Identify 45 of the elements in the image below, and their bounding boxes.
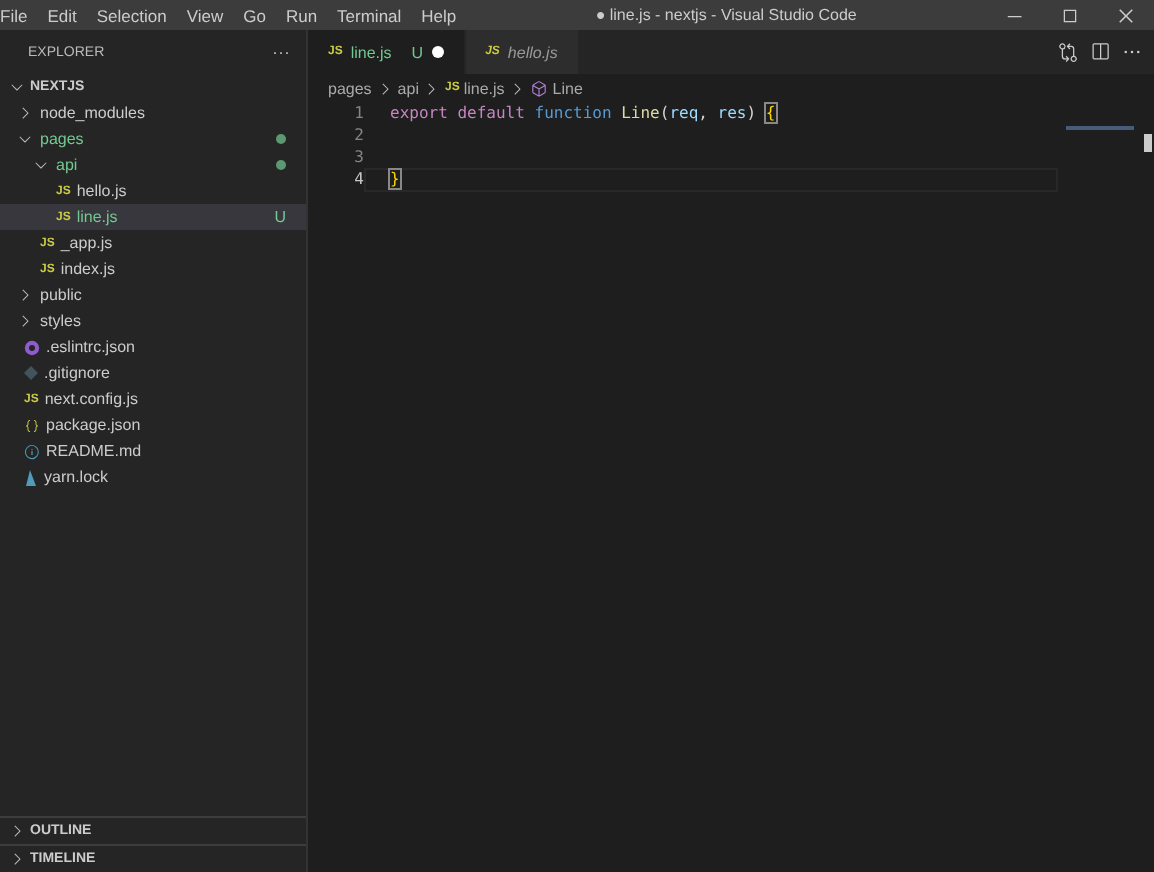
scrollbar-thumb[interactable] bbox=[1144, 134, 1152, 152]
cube-icon bbox=[530, 79, 549, 97]
compare-icon[interactable] bbox=[1058, 42, 1078, 62]
window-title: ● line.js - nextjs - Visual Studio Code bbox=[595, 6, 857, 24]
tree-item[interactable]: .eslintrc.json bbox=[0, 334, 306, 360]
tree-item[interactable]: api bbox=[0, 152, 306, 178]
braces-icon bbox=[24, 417, 40, 433]
code-line: export default function Line(req, res) { bbox=[390, 104, 776, 122]
menu-item[interactable]: Edit bbox=[37, 5, 87, 25]
menu-item[interactable]: Terminal bbox=[327, 5, 412, 25]
info-icon bbox=[24, 443, 40, 459]
menu-item[interactable]: View bbox=[176, 5, 234, 25]
menu-item[interactable]: Selection bbox=[86, 5, 177, 25]
tab-label: hello.js bbox=[507, 43, 558, 61]
tree-item[interactable]: node_modules bbox=[0, 100, 306, 126]
git-status-label: U bbox=[274, 208, 286, 226]
code-line: } bbox=[390, 170, 400, 188]
line-number: 1 bbox=[352, 104, 364, 122]
line-number: 4 bbox=[352, 170, 364, 188]
git-status-label: U bbox=[411, 43, 424, 61]
breadcrumb-item[interactable]: line.js bbox=[463, 79, 505, 97]
tree-item[interactable]: package.json bbox=[0, 412, 306, 438]
menu-item[interactable]: Go bbox=[233, 5, 276, 25]
diamond-icon bbox=[24, 366, 38, 380]
breadcrumb-item[interactable]: Line bbox=[552, 79, 583, 97]
tree-item[interactable]: public bbox=[0, 282, 306, 308]
tab-label: line.js bbox=[350, 43, 392, 61]
maximize-icon[interactable] bbox=[1060, 5, 1080, 25]
tree-item[interactable]: yarn.lock bbox=[0, 464, 306, 490]
breadcrumb-item[interactable]: pages bbox=[328, 79, 372, 97]
tree-item[interactable]: styles bbox=[0, 308, 306, 334]
more-actions-button[interactable]: ··· bbox=[272, 42, 290, 62]
line-number: 2 bbox=[352, 126, 364, 144]
unsaved-dot bbox=[431, 46, 444, 58]
yarn-icon bbox=[24, 469, 38, 485]
split-editor-icon[interactable] bbox=[1090, 42, 1110, 62]
close-icon[interactable] bbox=[1116, 5, 1136, 25]
menu-item[interactable]: File bbox=[0, 5, 38, 25]
menu-item[interactable]: Run bbox=[275, 5, 328, 25]
tree-item[interactable]: .gitignore bbox=[0, 360, 306, 386]
menu-item[interactable]: Help bbox=[411, 5, 467, 25]
line-number: 3 bbox=[352, 148, 364, 166]
tree-item[interactable]: README.md bbox=[0, 438, 306, 464]
tree-item[interactable]: pages bbox=[0, 126, 306, 152]
breadcrumb-item[interactable]: api bbox=[397, 79, 419, 97]
